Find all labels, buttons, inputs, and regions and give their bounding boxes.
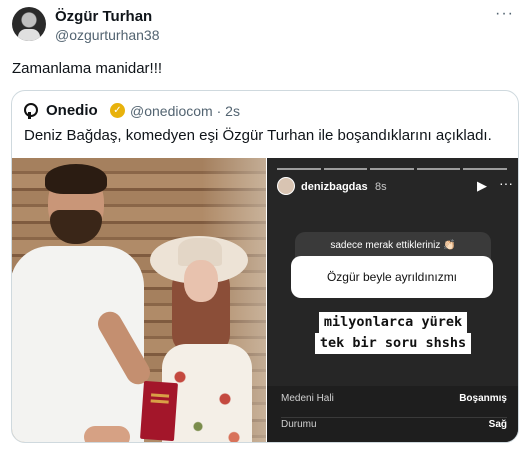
author-avatar[interactable] (12, 7, 46, 41)
progress-segment (416, 168, 461, 170)
man-beard (50, 210, 102, 244)
info-value: Sağ (488, 419, 507, 430)
quote-author-handle: @onediocom (130, 103, 213, 119)
tweet-text: Zamanlama manidar!!! (12, 60, 163, 77)
story-overlay-text: milyonlarca yürek tek bir soru shshs (305, 312, 481, 354)
info-value: Boşanmış (459, 393, 507, 404)
couple-photo[interactable] (12, 158, 266, 442)
story-time: 8s (375, 181, 387, 193)
play-icon: ▶ (477, 178, 487, 193)
verified-badge-icon: ✓ (110, 103, 125, 118)
story-progress-bar (277, 168, 507, 170)
question-text: Özgür beyle ayrıldınızmı (291, 256, 493, 298)
progress-segment (277, 168, 321, 170)
info-row-marital-status: Medeni Hali Boşanmış (281, 393, 507, 418)
info-label: Medeni Hali (281, 393, 334, 404)
progress-segment (323, 168, 368, 170)
more-horizontal-icon[interactable]: ··· (495, 5, 514, 23)
author-handle[interactable]: @ozgurturhan38 (55, 27, 160, 43)
info-label: Durumu (281, 419, 317, 430)
instagram-story-screenshot[interactable]: denizbagdas 8s ▶ ··· sadece merak ettikl… (267, 158, 518, 442)
quote-text: Deniz Bağdaş, komedyen eşi Özgür Turhan … (24, 127, 492, 144)
registry-info-panel: Medeni Hali Boşanmış Durumu Sağ (267, 386, 518, 442)
marriage-certificate (140, 380, 178, 442)
overlay-line-1: milyonlarca yürek (318, 312, 468, 333)
author-name[interactable]: Özgür Turhan (55, 8, 152, 25)
story-username: denizbagdas (301, 181, 368, 193)
overlay-line-2: tek bir soru shshs (314, 333, 472, 354)
quote-time: 2s (225, 103, 240, 119)
progress-segment (370, 168, 414, 170)
man-hair (45, 164, 107, 194)
story-avatar (277, 177, 295, 195)
progress-segment (463, 168, 507, 170)
quote-meta: @onediocom · 2s (130, 103, 240, 119)
quote-author-name: Onedio (46, 102, 98, 119)
more-icon: ··· (499, 175, 513, 191)
handshake (84, 426, 130, 442)
woman-face (184, 260, 218, 302)
quoted-tweet-card[interactable]: Onedio ✓ @onediocom · 2s Deniz Bağdaş, k… (11, 90, 519, 443)
onedio-logo-icon (24, 103, 38, 119)
info-row-status: Durumu Sağ (281, 419, 507, 442)
